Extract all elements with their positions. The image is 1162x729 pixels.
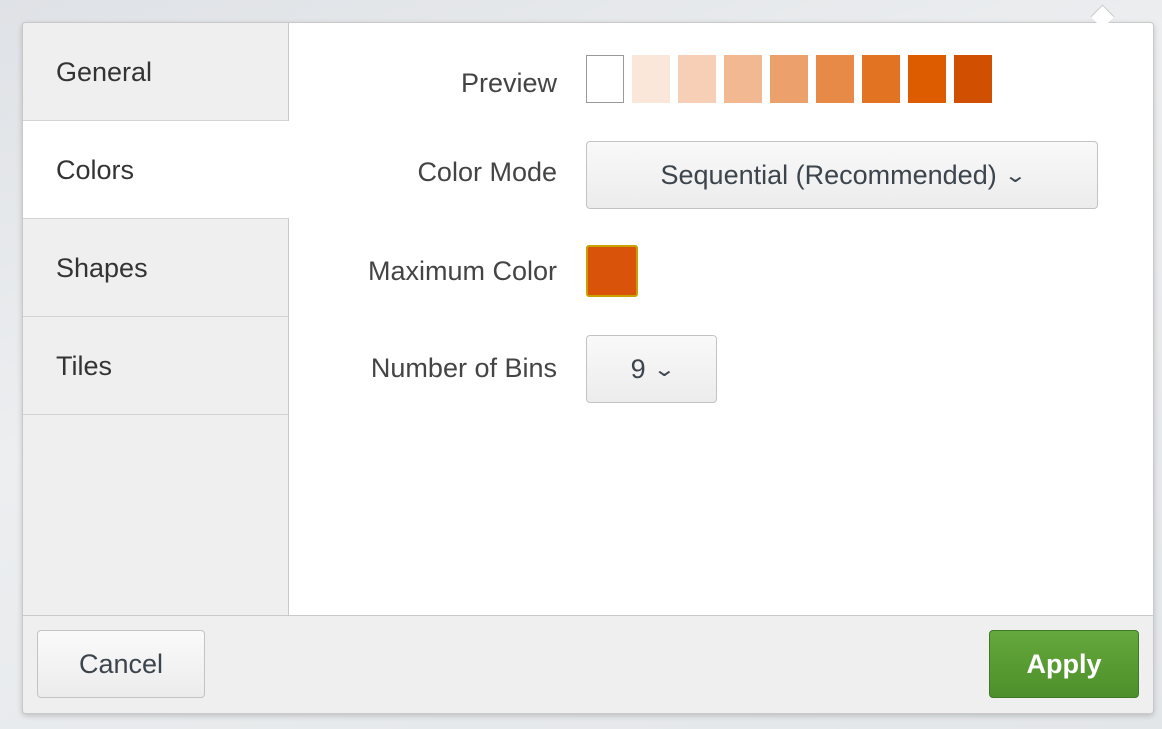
tab-tiles[interactable]: Tiles: [23, 317, 288, 415]
preview-swatch: [954, 55, 992, 103]
color-mode-dropdown[interactable]: Sequential (Recommended) ⌄: [586, 141, 1098, 209]
bins-value: 9: [630, 353, 646, 384]
preview-swatch: [724, 55, 762, 103]
preview-swatches: [586, 55, 992, 103]
cancel-button[interactable]: Cancel: [37, 630, 205, 698]
tab-general[interactable]: General: [23, 23, 288, 121]
preview-label: Preview: [460, 68, 557, 98]
dialog-footer: Cancel Apply: [23, 615, 1153, 713]
preview-swatch: [586, 55, 624, 103]
bins-label: Number of Bins: [370, 353, 557, 383]
chevron-down-icon: ⌄: [1003, 164, 1027, 187]
settings-tabs: General Colors Shapes Tiles: [23, 23, 289, 615]
preview-swatch: [770, 55, 808, 103]
color-mode-label: Color Mode: [417, 157, 557, 187]
tab-colors[interactable]: Colors: [23, 121, 289, 219]
preview-swatch: [862, 55, 900, 103]
preview-swatch: [678, 55, 716, 103]
apply-button[interactable]: Apply: [989, 630, 1139, 698]
preview-swatch: [816, 55, 854, 103]
chevron-down-icon: ⌄: [652, 358, 676, 381]
maximum-color-label: Maximum Color: [367, 256, 557, 286]
preview-swatch: [632, 55, 670, 103]
bins-dropdown[interactable]: 9 ⌄: [586, 335, 717, 403]
preview-swatch: [908, 55, 946, 103]
maximum-color-picker[interactable]: [586, 245, 638, 297]
colors-panel: Preview Color Mode Sequential (Recommend…: [289, 23, 1153, 615]
format-dialog: General Colors Shapes Tiles Preview Colo…: [22, 22, 1154, 714]
color-mode-value: Sequential (Recommended): [660, 159, 997, 190]
tab-shapes[interactable]: Shapes: [23, 219, 288, 317]
